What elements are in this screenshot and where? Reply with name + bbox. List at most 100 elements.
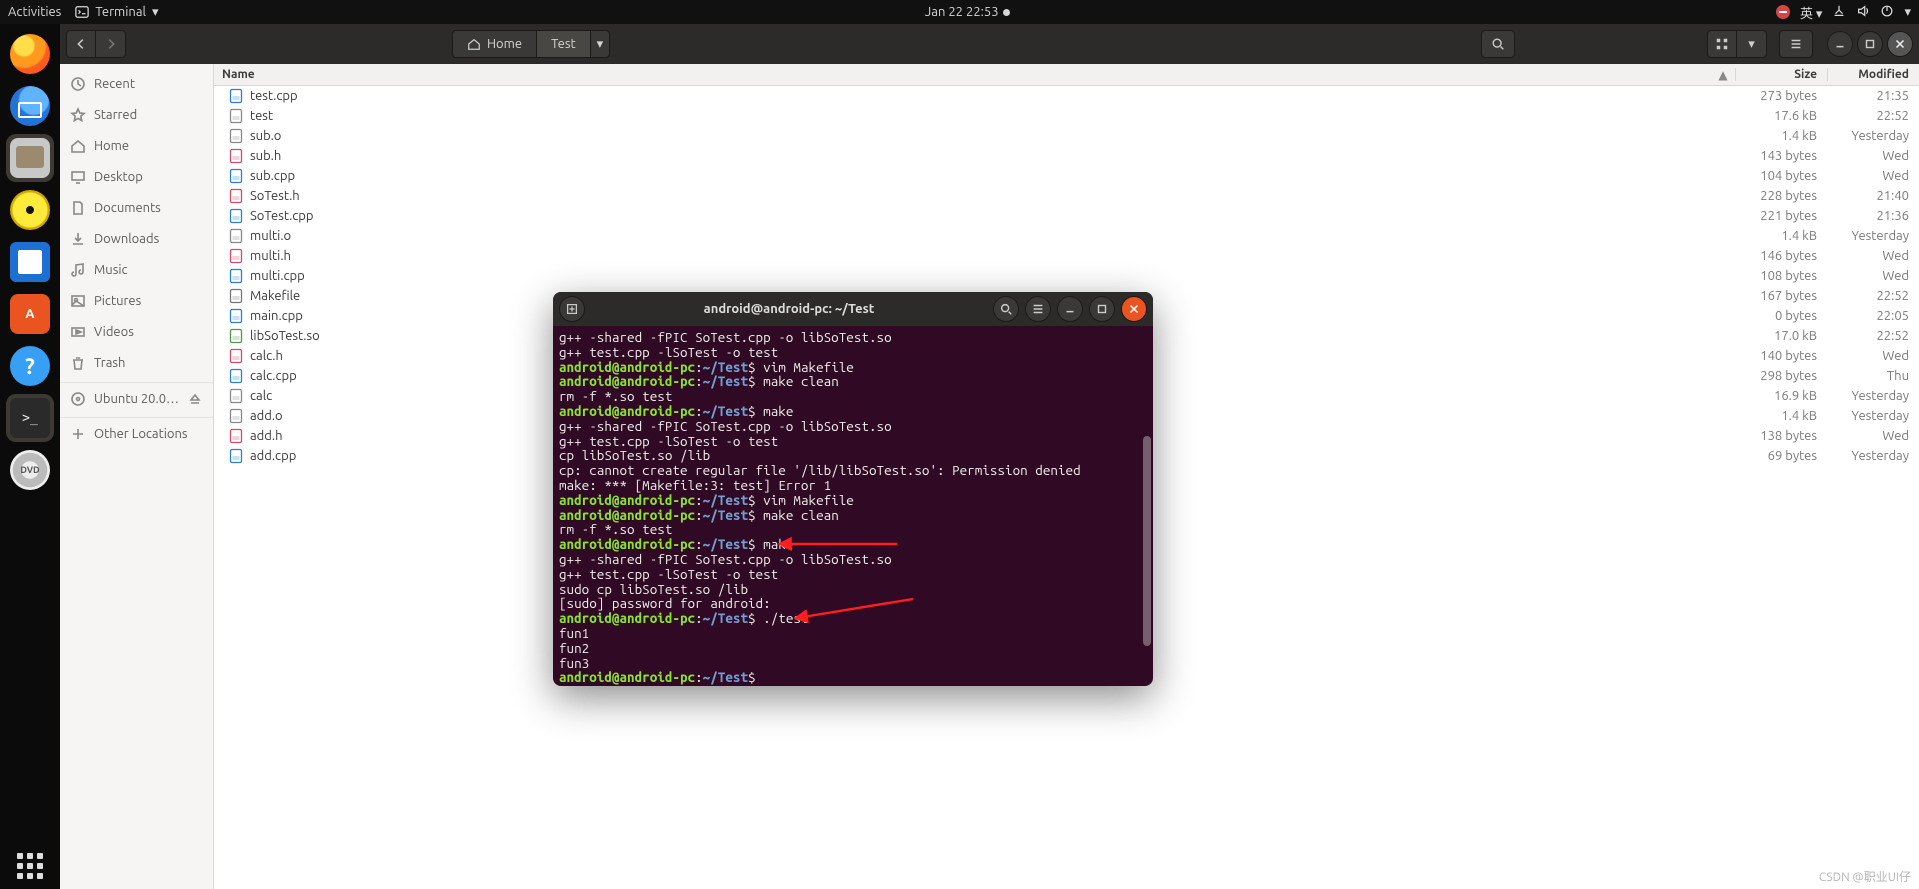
terminal-close-button[interactable] xyxy=(1121,296,1147,322)
file-name: SoTest.h xyxy=(250,189,1735,203)
forward-button[interactable] xyxy=(96,30,126,58)
sidebar-item-recent[interactable]: Recent xyxy=(60,68,213,99)
file-modified: 22:52 xyxy=(1827,289,1919,303)
sidebar-item-trash[interactable]: Trash xyxy=(60,347,213,378)
view-dropdown-button[interactable]: ▾ xyxy=(1737,30,1767,58)
dock-firefox[interactable] xyxy=(6,30,54,78)
hamburger-menu[interactable] xyxy=(1779,30,1813,58)
file-modified: Yesterday xyxy=(1827,129,1919,143)
dock-terminal[interactable]: >_ xyxy=(6,394,54,442)
terminal-scrollbar[interactable] xyxy=(1143,436,1151,646)
eject-icon[interactable] xyxy=(187,391,203,407)
show-applications[interactable] xyxy=(0,853,60,879)
table-row[interactable]: multi.o1.4 kBYesterday xyxy=(214,226,1919,246)
downloads-icon xyxy=(70,231,86,247)
dock-software[interactable]: A xyxy=(6,290,54,338)
sidebar-item-label: Pictures xyxy=(94,294,141,308)
file-size: 1.4 kB xyxy=(1735,229,1827,243)
sort-indicator[interactable]: ▲ xyxy=(1711,68,1735,82)
column-name[interactable]: Name xyxy=(214,68,1711,81)
file-name: sub.h xyxy=(250,149,1735,163)
minimize-button[interactable] xyxy=(1827,31,1853,57)
chevron-down-icon[interactable]: ▾ xyxy=(1904,5,1911,20)
sidebar-item-label: Recent xyxy=(94,77,135,91)
dock-libreoffice[interactable] xyxy=(6,238,54,286)
plus-icon xyxy=(70,426,86,442)
terminal-title: android@android-pc: ~/Test xyxy=(591,302,987,316)
sidebar-item-home[interactable]: Home xyxy=(60,130,213,161)
dvd-icon: DVD xyxy=(10,450,50,490)
file-icon xyxy=(228,148,244,164)
table-row[interactable]: multi.cpp108 bytesWed xyxy=(214,266,1919,286)
file-size: 167 bytes xyxy=(1735,289,1827,303)
sidebar-item-videos[interactable]: Videos xyxy=(60,316,213,347)
column-modified[interactable]: Modified xyxy=(1827,68,1919,81)
breadcrumb-current[interactable]: Test xyxy=(537,30,591,58)
table-row[interactable]: sub.o1.4 kBYesterday xyxy=(214,126,1919,146)
dock-files[interactable] xyxy=(6,134,54,182)
icon-view-button[interactable] xyxy=(1707,30,1737,58)
table-row[interactable]: sub.h143 bytesWed xyxy=(214,146,1919,166)
file-size: 146 bytes xyxy=(1735,249,1827,263)
file-icon xyxy=(228,328,244,344)
terminal-line: android@android-pc:~/Test$ make xyxy=(559,404,1147,419)
breadcrumb-home-label: Home xyxy=(487,37,522,51)
new-tab-button[interactable] xyxy=(559,296,585,322)
file-name: multi.cpp xyxy=(250,269,1735,283)
breadcrumb-dropdown[interactable]: ▾ xyxy=(591,30,611,58)
file-icon xyxy=(228,128,244,144)
table-row[interactable]: SoTest.cpp221 bytes21:36 xyxy=(214,206,1919,226)
sidebar-item-disk[interactable]: Ubuntu 20.0… xyxy=(60,382,213,413)
sidebar-item-other-locations[interactable]: Other Locations xyxy=(60,417,213,448)
file-modified: Wed xyxy=(1827,269,1919,283)
file-icon xyxy=(228,388,244,404)
sidebar-item-desktop[interactable]: Desktop xyxy=(60,161,213,192)
terminal-line: fun1 xyxy=(559,626,1147,641)
sidebar-item-starred[interactable]: Starred xyxy=(60,99,213,130)
back-button[interactable] xyxy=(66,30,96,58)
table-row[interactable]: multi.h146 bytesWed xyxy=(214,246,1919,266)
app-menu[interactable]: Terminal ▾ xyxy=(75,5,158,20)
power-icon[interactable] xyxy=(1880,4,1894,21)
terminal-search-button[interactable] xyxy=(993,296,1019,322)
volume-icon[interactable] xyxy=(1856,4,1870,21)
table-row[interactable]: SoTest.h228 bytes21:40 xyxy=(214,186,1919,206)
terminal-line: android@android-pc:~/Test$ make clean xyxy=(559,508,1147,523)
file-modified: Yesterday xyxy=(1827,449,1919,463)
column-size[interactable]: Size xyxy=(1735,68,1827,81)
terminal-line: android@android-pc:~/Test$ ./test xyxy=(559,611,1147,626)
activities-button[interactable]: Activities xyxy=(8,5,61,19)
dock-rhythmbox[interactable] xyxy=(6,186,54,234)
terminal-maximize-button[interactable] xyxy=(1089,296,1115,322)
sidebar-item-music[interactable]: Music xyxy=(60,254,213,285)
sidebar-item-downloads[interactable]: Downloads xyxy=(60,223,213,254)
file-name: multi.o xyxy=(250,229,1735,243)
dock-disc[interactable]: DVD xyxy=(6,446,54,494)
sidebar-item-pictures[interactable]: Pictures xyxy=(60,285,213,316)
file-modified: Thu xyxy=(1827,369,1919,383)
terminal-content[interactable]: g++ -shared -fPIC SoTest.cpp -o libSoTes… xyxy=(553,326,1153,686)
table-row[interactable]: test17.6 kB22:52 xyxy=(214,106,1919,126)
table-row[interactable]: sub.cpp104 bytesWed xyxy=(214,166,1919,186)
terminal-minimize-button[interactable] xyxy=(1057,296,1083,322)
sidebar-item-documents[interactable]: Documents xyxy=(60,192,213,223)
network-icon[interactable] xyxy=(1832,4,1846,21)
file-icon xyxy=(228,448,244,464)
file-size: 104 bytes xyxy=(1735,169,1827,183)
file-size: 69 bytes xyxy=(1735,449,1827,463)
breadcrumb-home[interactable]: Home xyxy=(452,30,537,58)
file-name: sub.o xyxy=(250,129,1735,143)
close-icon xyxy=(1893,37,1907,51)
terminal-line: g++ -shared -fPIC SoTest.cpp -o libSoTes… xyxy=(559,552,1147,567)
file-icon xyxy=(228,248,244,264)
do-not-disturb-icon[interactable] xyxy=(1776,5,1790,19)
dock-help[interactable]: ? xyxy=(6,342,54,390)
terminal-menu-button[interactable] xyxy=(1025,296,1051,322)
input-language[interactable]: 英 ▾ xyxy=(1800,3,1823,22)
table-row[interactable]: test.cpp273 bytes21:35 xyxy=(214,86,1919,106)
maximize-button[interactable] xyxy=(1857,31,1883,57)
close-button[interactable] xyxy=(1887,31,1913,57)
dock-thunderbird[interactable] xyxy=(6,82,54,130)
clock[interactable]: Jan 22 22:53 xyxy=(925,5,1010,19)
search-button[interactable] xyxy=(1481,30,1515,58)
